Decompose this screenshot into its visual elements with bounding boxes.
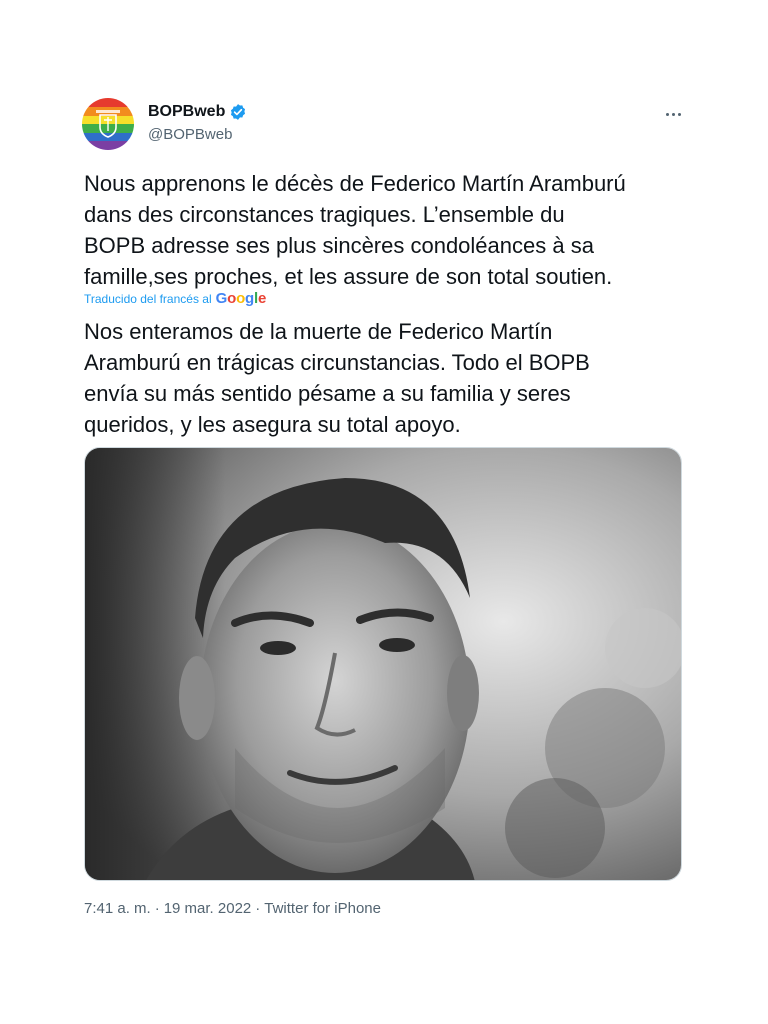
author-name-row: BOPBweb <box>148 103 247 121</box>
tweet-source[interactable]: Twitter for iPhone <box>264 900 381 917</box>
tweet-original-text: Nous apprenons le décès de Federico Mart… <box>84 171 626 289</box>
tweet-date[interactable]: 19 mar. 2022 <box>164 900 252 917</box>
more-dot <box>665 112 669 116</box>
tweet-photo[interactable] <box>84 447 682 881</box>
verified-badge-icon <box>231 104 246 120</box>
tweet-meta: 7:41 a. m. · 19 mar. 2022 · Twitter for … <box>84 900 381 917</box>
meta-separator: · <box>255 900 261 917</box>
author-handle[interactable]: @BOPBweb <box>148 126 232 143</box>
tweet-card: BOPBweb @BOPBweb Nous apprenons le décès… <box>0 0 768 1024</box>
translation-attribution: Traducido del francés al Google <box>84 290 266 307</box>
more-dot <box>671 112 675 116</box>
author-display-name[interactable]: BOPBweb <box>148 103 225 121</box>
tweet-translated-text: Nos enteramos de la muerte de Federico M… <box>84 319 590 437</box>
translation-label[interactable]: Traducido del francés al <box>84 292 212 306</box>
rainbow-club-crest-icon <box>82 98 134 150</box>
portrait-photo-icon <box>85 448 681 880</box>
avatar[interactable] <box>82 98 134 150</box>
more-options-icon[interactable] <box>660 104 686 124</box>
google-logo: Google <box>215 290 267 307</box>
tweet-time[interactable]: 7:41 a. m. <box>84 900 151 917</box>
more-dot <box>677 112 681 116</box>
meta-separator: · <box>154 900 160 917</box>
